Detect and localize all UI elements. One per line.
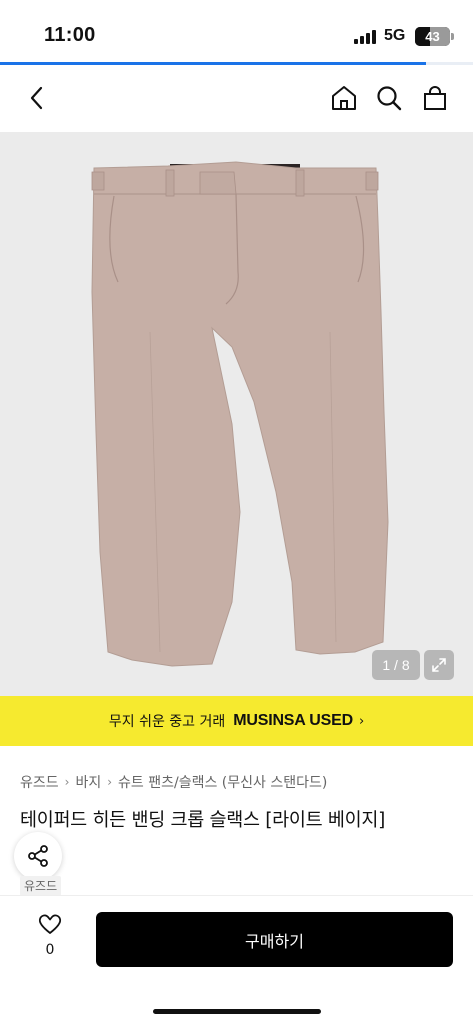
brand-tag[interactable]: 유즈드 bbox=[20, 876, 62, 896]
home-indicator bbox=[153, 1009, 321, 1014]
page-load-progress bbox=[0, 62, 473, 65]
breadcrumb-item[interactable]: 슈트 팬츠/슬랙스 (무신사 스탠다드) bbox=[118, 772, 327, 792]
status-time: 11:00 bbox=[44, 24, 96, 46]
home-icon[interactable] bbox=[327, 81, 361, 115]
product-title: 테이퍼드 히든 밴딩 크롭 슬랙스 [라이트 베이지] bbox=[20, 810, 386, 831]
banner-brand: MUSINSA USED bbox=[233, 712, 353, 729]
search-icon[interactable] bbox=[372, 81, 406, 115]
expand-icon[interactable] bbox=[424, 650, 454, 680]
breadcrumb: 유즈드 › 바지 › 슈트 팬츠/슬랙스 (무신사 스탠다드) bbox=[20, 772, 327, 792]
shopping-bag-icon[interactable] bbox=[418, 81, 452, 115]
product-image bbox=[91, 161, 389, 667]
status-bar: 11:00 5G 43 bbox=[0, 0, 473, 64]
network-type: 5G bbox=[384, 27, 406, 44]
like-count: 0 bbox=[45, 942, 55, 958]
banner-chevron-icon: › bbox=[358, 713, 365, 729]
image-counter: 1 / 8 bbox=[372, 650, 420, 680]
signal-icon bbox=[354, 30, 378, 44]
top-nav bbox=[0, 66, 473, 132]
buy-button[interactable]: 구매하기 bbox=[96, 912, 453, 967]
chevron-left-icon[interactable] bbox=[20, 81, 54, 115]
breadcrumb-item[interactable]: 바지 bbox=[75, 772, 101, 792]
share-icon[interactable] bbox=[14, 832, 62, 880]
heart-icon bbox=[38, 914, 62, 934]
product-image-gallery[interactable]: 1 / 8 bbox=[0, 132, 473, 696]
page-load-progress-fill bbox=[0, 62, 426, 65]
battery-percent: 43 bbox=[425, 29, 440, 44]
banner-text: 무지 쉬운 중고 거래 bbox=[108, 714, 226, 730]
breadcrumb-item[interactable]: 유즈드 bbox=[20, 772, 59, 792]
like-button[interactable]: 0 bbox=[28, 912, 72, 958]
battery-cap bbox=[451, 33, 454, 40]
chevron-right-icon: › bbox=[64, 775, 70, 789]
musinsa-used-banner[interactable]: 무지 쉬운 중고 거래 MUSINSA USED › bbox=[0, 696, 473, 746]
bottom-action-bar: 0 구매하기 bbox=[0, 895, 473, 1024]
battery-icon: 43 bbox=[415, 27, 450, 46]
chevron-right-icon: › bbox=[107, 775, 113, 789]
